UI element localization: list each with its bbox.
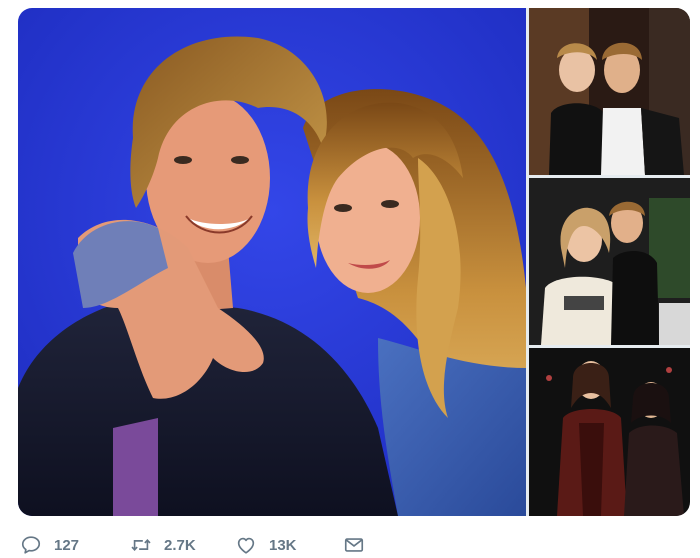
like-count: 13K [269,536,297,554]
side-photo-3[interactable] [529,348,690,516]
tweet-media-grid [18,8,690,516]
side-photo-3-image [529,348,690,516]
side-photo-1-image [529,8,690,175]
retweet-button[interactable]: 2.7K [130,534,235,556]
direct-message-button[interactable] [343,534,365,556]
envelope-icon [344,538,364,552]
main-photo-image [18,8,526,516]
reply-button[interactable]: 127 [20,534,130,556]
like-button[interactable]: 13K [235,534,343,556]
side-photo-1[interactable] [529,8,690,175]
tweet-action-bar: 127 2.7K 13K [20,532,365,558]
side-photo-2[interactable] [529,178,690,345]
side-photo-2-image [529,178,690,345]
reply-count: 127 [54,536,80,554]
main-photo[interactable] [18,8,526,516]
reply-icon [21,536,41,554]
retweet-count: 2.7K [164,536,196,554]
heart-icon [237,537,255,554]
retweet-icon [131,539,151,551]
